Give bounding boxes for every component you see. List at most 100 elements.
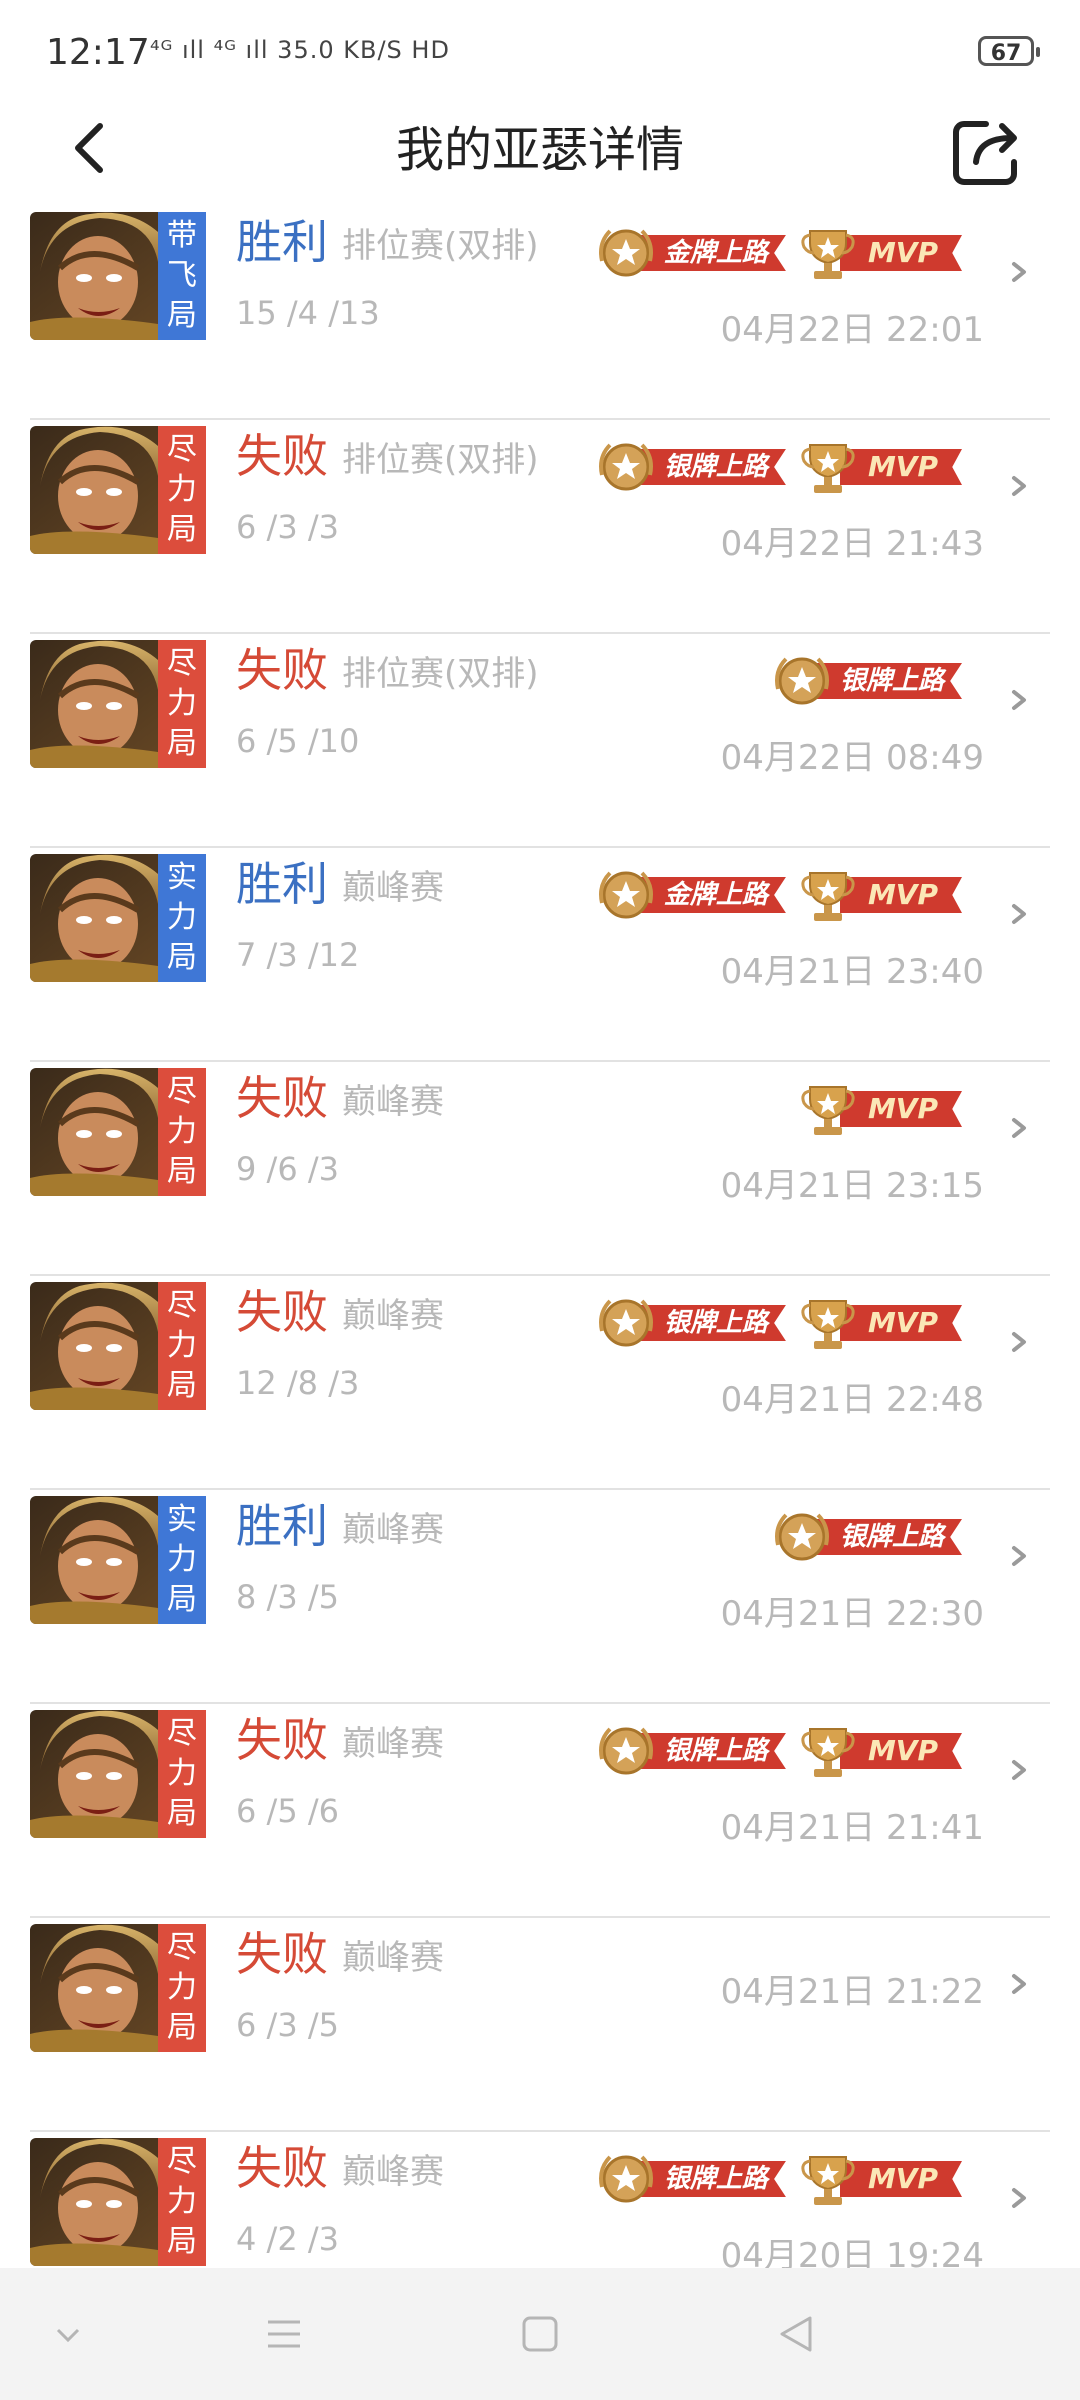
match-tag: 尽力局 (158, 1068, 206, 1196)
match-mode: 巅峰赛 (342, 1724, 444, 1764)
system-nav-bar (0, 2268, 1080, 2400)
share-icon[interactable] (946, 112, 1026, 192)
medal-icon (801, 1300, 855, 1349)
match-time: 04月21日 22:30 (720, 1594, 984, 1634)
match-row[interactable]: 尽力局失败 巅峰赛 12 /8 /3 银牌上路 MVP 04月21日 22:48 (30, 1276, 1050, 1490)
mvp-badge: MVP (796, 1292, 962, 1354)
match-result: 失败 (236, 1713, 328, 1767)
match-result: 失败 (236, 1927, 328, 1981)
match-mode: 巅峰赛 (342, 1938, 444, 1978)
chevron-down-icon[interactable] (46, 2312, 90, 2356)
match-mode: 巅峰赛 (342, 2152, 444, 2192)
match-tag: 实力局 (158, 1496, 206, 1624)
chevron-right-icon[interactable] (1006, 1326, 1032, 1358)
match-kda: 12 /8 /3 (236, 1364, 360, 1402)
chevron-right-icon[interactable] (1006, 2182, 1032, 2214)
match-result: 失败 (236, 643, 328, 697)
match-row[interactable]: 尽力局失败 巅峰赛 6 /5 /6 银牌上路 MVP 04月21日 21:41 (30, 1704, 1050, 1918)
match-tag: 尽力局 (158, 1924, 206, 2052)
match-tag: 尽力局 (158, 640, 206, 768)
match-kda: 9 /6 /3 (236, 1150, 339, 1188)
lane-medal-badge: 银牌上路 (770, 650, 962, 712)
match-badges: MVP (796, 1074, 962, 1144)
medal-icon (774, 1513, 829, 1561)
match-time: 04月22日 22:01 (720, 310, 984, 350)
match-result: 胜利 (236, 857, 328, 911)
match-kda: 4 /2 /3 (236, 2220, 339, 2258)
match-kda: 6 /3 /5 (236, 2006, 339, 2044)
lane-medal-badge: 银牌上路 (770, 1506, 962, 1568)
badge-label: 金牌上路 (637, 877, 786, 913)
chevron-right-icon[interactable] (1006, 470, 1032, 502)
match-kda: 6 /3 /3 (236, 508, 339, 546)
mvp-badge: MVP (796, 1720, 962, 1782)
mvp-badge: MVP (796, 1078, 962, 1140)
chevron-right-icon[interactable] (1006, 1112, 1032, 1144)
lane-medal-badge: 金牌上路 (594, 222, 786, 284)
lane-medal-badge: 金牌上路 (594, 864, 786, 926)
match-badges: 银牌上路 (770, 1502, 962, 1572)
match-kda: 8 /3 /5 (236, 1578, 339, 1616)
back-triangle-icon[interactable] (774, 2312, 818, 2356)
mvp-badge: MVP (796, 436, 962, 498)
status-time: 12:17 (46, 32, 150, 73)
match-row[interactable]: 尽力局失败 巅峰赛 4 /2 /3 银牌上路 MVP 04月20日 19:24 (30, 2132, 1050, 2276)
match-row[interactable]: 尽力局失败 巅峰赛 6 /3 /5 04月21日 21:22 (30, 1918, 1050, 2132)
match-row[interactable]: 尽力局失败 巅峰赛 9 /6 /3 MVP 04月21日 23:15 (30, 1062, 1050, 1276)
match-mode: 排位赛(双排) (342, 226, 539, 266)
medal-icon (774, 657, 829, 705)
match-tag: 尽力局 (158, 1710, 206, 1838)
match-tag: 实力局 (158, 854, 206, 982)
match-tag: 尽力局 (158, 2138, 206, 2266)
match-result: 失败 (236, 429, 328, 483)
match-badges: 银牌上路 MVP (594, 1288, 962, 1358)
match-row[interactable]: 实力局胜利 巅峰赛 7 /3 /12 金牌上路 MVP 04月21日 23:40 (30, 848, 1050, 1062)
home-square-icon[interactable] (518, 2312, 562, 2356)
medal-icon (598, 1299, 653, 1347)
match-kda: 15 /4 /13 (236, 294, 380, 332)
chevron-right-icon[interactable] (1006, 898, 1032, 930)
match-time: 04月21日 21:22 (720, 1972, 984, 2012)
match-row[interactable]: 带飞局胜利 排位赛(双排) 15 /4 /13 金牌上路 MVP 04月22日 22:01 (30, 206, 1050, 420)
match-tag: 带飞局 (158, 212, 206, 340)
chevron-right-icon[interactable] (1006, 256, 1032, 288)
match-result: 胜利 (236, 215, 328, 269)
network-status: ⁴ᴳ ıll ⁴ᴳ ıll 35.0 KB/S HD (150, 36, 450, 64)
match-tag: 尽力局 (158, 426, 206, 554)
chevron-right-icon[interactable] (1006, 1540, 1032, 1572)
match-mode: 巅峰赛 (342, 1510, 444, 1550)
medal-icon (801, 2156, 855, 2205)
match-time: 04月21日 23:40 (720, 952, 984, 992)
status-bar: 12:17 ⁴ᴳ ıll ⁴ᴳ ıll 35.0 KB/S HD 67 (0, 0, 1080, 100)
badge-label: 银牌上路 (637, 1733, 786, 1769)
badge-label: 银牌上路 (813, 663, 962, 699)
chevron-right-icon[interactable] (1006, 1754, 1032, 1786)
medal-icon (801, 230, 855, 279)
match-badges: 银牌上路 MVP (594, 2144, 962, 2214)
lane-medal-badge: 银牌上路 (594, 436, 786, 498)
match-badges: 银牌上路 MVP (594, 432, 962, 502)
match-result: 失败 (236, 1285, 328, 1339)
chevron-right-icon[interactable] (1006, 1968, 1032, 2000)
badge-label: 金牌上路 (637, 235, 786, 271)
match-row[interactable]: 实力局胜利 巅峰赛 8 /3 /5 银牌上路 04月21日 22:30 (30, 1490, 1050, 1704)
match-badges: 金牌上路 MVP (594, 860, 962, 930)
match-list: 带飞局胜利 排位赛(双排) 15 /4 /13 金牌上路 MVP 04月22日 22:01… (0, 210, 1080, 2276)
match-row[interactable]: 尽力局失败 排位赛(双排) 6 /5 /10 银牌上路 04月22日 08:49 (30, 634, 1050, 848)
page-header: 我的亚瑟详情 (0, 100, 1080, 210)
match-time: 04月21日 23:15 (720, 1166, 984, 1206)
badge-label: 银牌上路 (637, 2161, 786, 2197)
match-result: 失败 (236, 2141, 328, 2195)
match-mode: 巅峰赛 (342, 1082, 444, 1122)
chevron-right-icon[interactable] (1006, 684, 1032, 716)
badge-label: 银牌上路 (813, 1519, 962, 1555)
match-kda: 7 /3 /12 (236, 936, 360, 974)
menu-icon[interactable] (262, 2312, 306, 2356)
match-time: 04月22日 21:43 (720, 524, 984, 564)
lane-medal-badge: 银牌上路 (594, 2148, 786, 2210)
match-mode: 巅峰赛 (342, 1296, 444, 1336)
medal-icon (598, 871, 653, 919)
match-row[interactable]: 尽力局失败 排位赛(双排) 6 /3 /3 银牌上路 MVP 04月22日 21:43 (30, 420, 1050, 634)
match-kda: 6 /5 /10 (236, 722, 360, 760)
medal-icon (598, 443, 653, 491)
